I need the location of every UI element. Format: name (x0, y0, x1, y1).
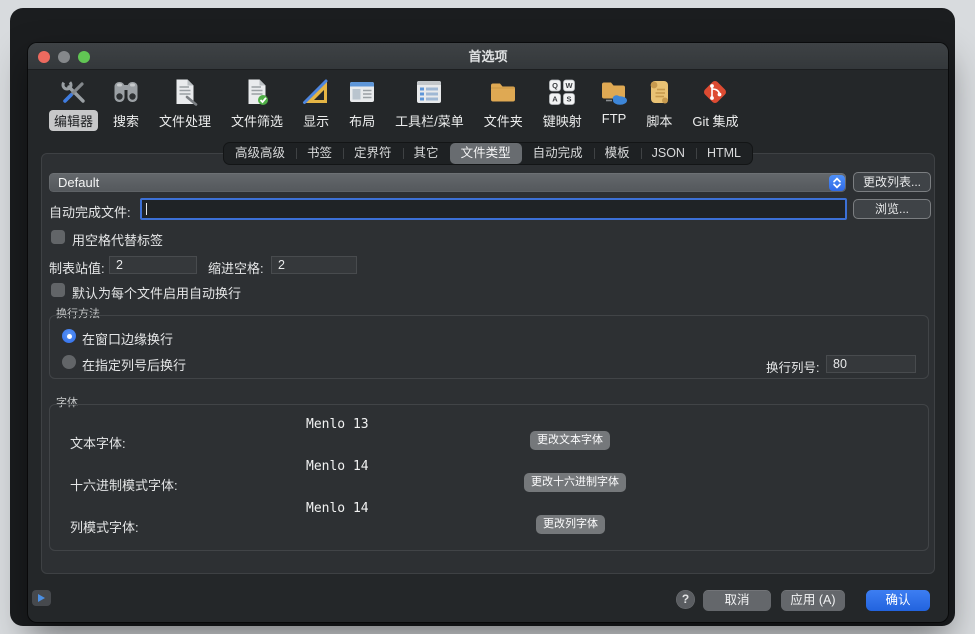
text-font-label: 文本字体: (70, 433, 126, 452)
tab-html[interactable]: HTML (696, 143, 752, 164)
binoculars-icon (111, 77, 141, 107)
toolbar-item-file-filter[interactable]: 文件筛选 (221, 77, 293, 131)
svg-text:W: W (566, 81, 574, 90)
toolbar-item-label: 工具栏/菜单 (390, 110, 469, 131)
fonts-group-box: Menlo 13 文本字体: 更改文本字体 Menlo 14 十六进制模式字体:… (49, 404, 929, 551)
wrap-column-input[interactable] (826, 355, 916, 373)
svg-text:A: A (553, 95, 559, 104)
apply-button[interactable]: 应用 (A) (781, 590, 845, 611)
git-icon (700, 77, 730, 107)
file-types-panel: Default 更改列表... 自动完成文件: 浏览... 用空格代替标签 制表… (41, 153, 935, 574)
toolbar-item-label: 显示 (298, 110, 334, 131)
wrap-at-window-label: 在窗口边缘换行 (82, 329, 173, 348)
tab-delimiters[interactable]: 定界符 (343, 143, 403, 164)
keyboard-keys-icon: QW AS (547, 77, 577, 107)
toolbar-item-label: Git 集成 (687, 110, 743, 131)
wrap-at-window-radio[interactable] (62, 329, 76, 343)
title-bar: 首选项 (28, 43, 948, 70)
wrap-column-label: 换行列号: (766, 357, 819, 376)
svg-text:S: S (567, 95, 572, 104)
tab-file-types[interactable]: 文件类型 (450, 143, 522, 164)
tab-bar: 高级高级 书签 定界符 其它 文件类型 自动完成 模板 JSON HTML (28, 142, 948, 165)
toolbar-item-label: FTP (597, 110, 632, 127)
preferences-toolbar: 编辑器 搜索 文件处理 (28, 70, 948, 142)
toolbar-item-file-handling[interactable]: 文件处理 (149, 77, 221, 131)
folder-cloud-icon (599, 77, 629, 107)
wrap-default-checkbox[interactable] (51, 283, 65, 297)
setsquare-pencil-icon (301, 77, 331, 107)
autocomplete-file-label: 自动完成文件: (49, 202, 131, 221)
tab-segmented-control: 高级高级 书签 定界符 其它 文件类型 自动完成 模板 JSON HTML (223, 142, 753, 165)
toolbar-item-toolbar-menu[interactable]: 工具栏/菜单 (385, 77, 474, 131)
toolbar-item-editor[interactable]: 编辑器 (44, 77, 103, 131)
tools-icon (59, 77, 89, 107)
language-list-popup[interactable]: Default (49, 173, 846, 192)
indent-input[interactable] (271, 256, 357, 274)
wrap-default-label: 默认为每个文件启用自动换行 (72, 283, 241, 302)
column-font-sample: Menlo 14 (306, 501, 369, 516)
toolbar-item-label: 搜索 (108, 110, 144, 131)
toolbar-item-search[interactable]: 搜索 (103, 77, 149, 131)
window-layout-icon (347, 77, 377, 107)
autocomplete-file-input[interactable] (140, 198, 847, 220)
toolbar-item-scripts[interactable]: 脚本 (636, 77, 682, 131)
change-column-font-button[interactable]: 更改列字体 (536, 515, 605, 534)
toolbar-item-label: 文件处理 (154, 110, 216, 131)
folder-icon (488, 77, 518, 107)
toolbar-item-display[interactable]: 显示 (293, 77, 339, 131)
toolbar-item-label: 布局 (344, 110, 380, 131)
help-button[interactable]: ? (676, 590, 695, 609)
tab-autocomplete[interactable]: 自动完成 (522, 143, 594, 164)
toolbar-item-folders[interactable]: 文件夹 (474, 77, 533, 131)
preferences-window: 首选项 编辑器 搜索 (28, 43, 948, 622)
text-font-sample: Menlo 13 (306, 417, 369, 432)
scroll-icon (644, 77, 674, 107)
tab-other[interactable]: 其它 (403, 143, 450, 164)
change-list-button[interactable]: 更改列表... (853, 172, 931, 192)
popup-stepper-icon (829, 175, 845, 191)
tab-bookmarks[interactable]: 书签 (296, 143, 343, 164)
play-triangle-icon (38, 594, 45, 602)
text-caret (146, 203, 147, 215)
column-font-label: 列模式字体: (70, 517, 139, 536)
toolbar-item-label: 脚本 (641, 110, 677, 131)
toolbar-item-layout[interactable]: 布局 (339, 77, 385, 131)
panel-expand-button[interactable] (32, 590, 51, 606)
toolbar-item-label: 键映射 (538, 110, 587, 131)
use-spaces-label: 用空格代替标签 (72, 230, 163, 249)
toolbar-item-ftp[interactable]: FTP (592, 77, 637, 127)
menu-list-icon (414, 77, 444, 107)
tab-stop-input[interactable] (109, 256, 197, 274)
toolbar-item-label: 文件筛选 (226, 110, 288, 131)
document-tools-icon (170, 77, 200, 107)
toolbar-item-git[interactable]: Git 集成 (682, 77, 748, 131)
tab-advanced[interactable]: 高级高级 (224, 143, 296, 164)
change-hex-font-button[interactable]: 更改十六进制字体 (524, 473, 626, 492)
toolbar-item-label: 编辑器 (49, 110, 98, 131)
cancel-button[interactable]: 取消 (703, 590, 771, 611)
indent-label: 缩进空格: (208, 258, 264, 277)
document-check-icon (242, 77, 272, 107)
change-text-font-button[interactable]: 更改文本字体 (530, 431, 610, 450)
wrap-at-column-label: 在指定列号后换行 (82, 355, 186, 374)
hex-font-label: 十六进制模式字体: (70, 475, 178, 494)
svg-text:Q: Q (552, 81, 558, 90)
ok-button[interactable]: 确认 (866, 590, 930, 611)
use-spaces-checkbox[interactable] (51, 230, 65, 244)
tab-stop-label: 制表站值: (49, 258, 105, 277)
toolbar-item-key-mapping[interactable]: QW AS 键映射 (533, 77, 592, 131)
wrap-group-box: 在窗口边缘换行 在指定列号后换行 换行列号: (49, 315, 929, 379)
hex-font-sample: Menlo 14 (306, 459, 369, 474)
window-title: 首选项 (28, 43, 948, 70)
toolbar-item-label: 文件夹 (479, 110, 528, 131)
tab-json[interactable]: JSON (641, 143, 696, 164)
language-list-popup-value: Default (58, 175, 99, 190)
wrap-at-column-radio[interactable] (62, 355, 76, 369)
browse-button[interactable]: 浏览... (853, 199, 931, 219)
tab-templates[interactable]: 模板 (594, 143, 641, 164)
